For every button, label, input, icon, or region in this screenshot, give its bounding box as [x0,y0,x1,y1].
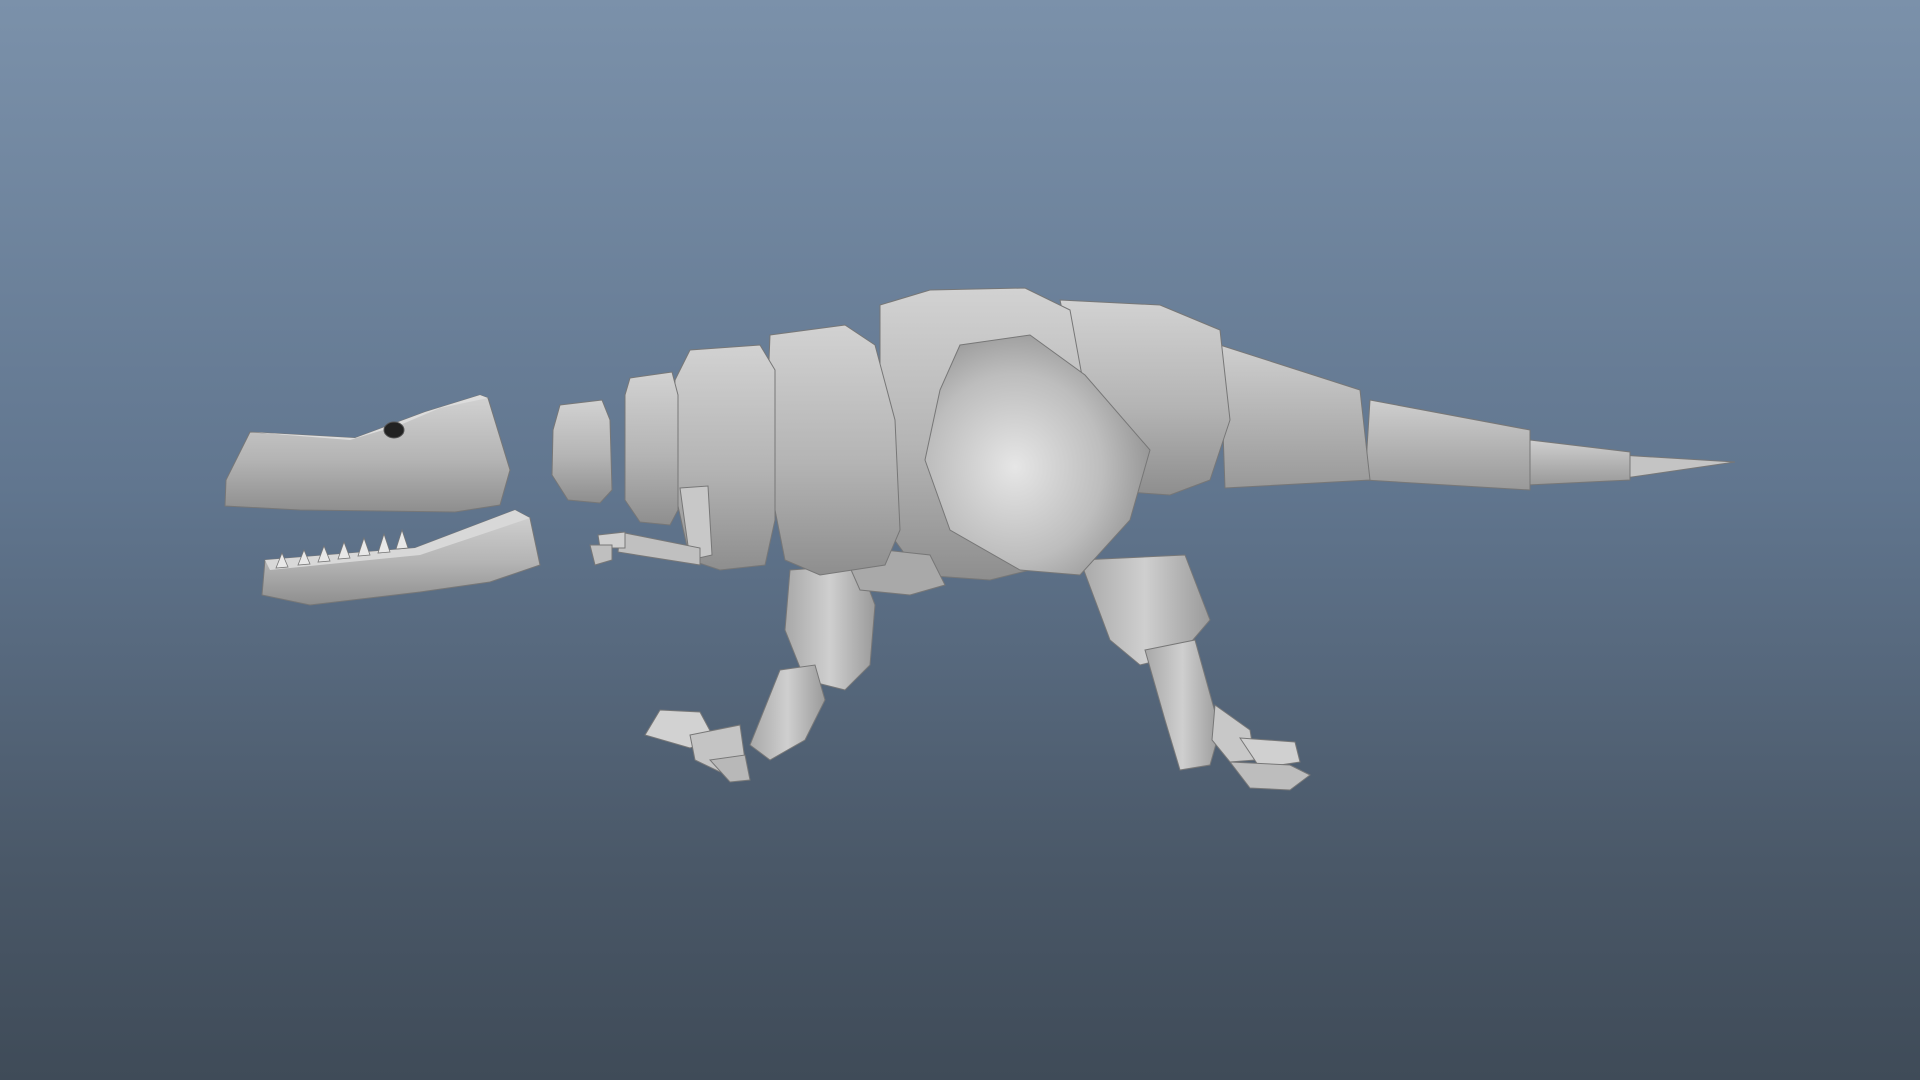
back-foot[interactable] [1211,704,1311,791]
hand[interactable] [589,531,626,566]
3d-viewport[interactable] [0,0,1920,1080]
upper-skull[interactable] [224,394,511,513]
back-leg[interactable] [1079,554,1311,791]
eye-icon [383,421,405,439]
tail[interactable] [1219,344,1736,491]
tail-segment-2[interactable] [1219,344,1371,489]
neck-segment-2[interactable] [624,371,679,526]
chest-segment-1[interactable] [669,344,776,571]
tail-segment-4[interactable] [1527,439,1631,486]
tail-tip[interactable] [1619,454,1736,479]
front-leg[interactable] [644,564,876,783]
head[interactable] [224,394,541,606]
front-shin[interactable] [749,664,826,761]
back-shin[interactable] [1144,639,1221,771]
tail-segment-3[interactable] [1364,399,1531,491]
front-foot[interactable] [644,709,751,783]
neck-segment-1[interactable] [551,399,613,504]
chest-segment-2[interactable] [764,324,901,576]
dinosaur-model[interactable] [0,0,1920,1080]
